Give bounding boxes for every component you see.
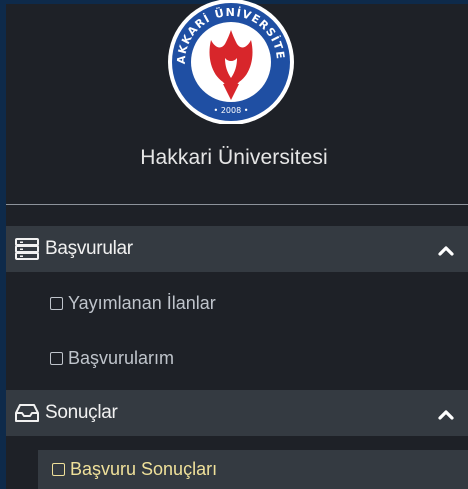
sidebar-item-basvurularim[interactable]: Başvurularım — [50, 343, 174, 373]
university-name: Hakkari Üniversitesi — [140, 146, 328, 169]
square-icon — [50, 297, 63, 310]
square-icon — [50, 352, 63, 365]
section-label: Sonuçlar — [45, 402, 118, 423]
divider — [6, 204, 468, 205]
sidebar-item-yayimlanan-ilanlar[interactable]: Yayımlanan İlanlar — [50, 288, 216, 318]
inbox-tray-icon — [12, 398, 42, 428]
university-logo[interactable]: HAKKARİ ÜNİVERSİTESİ • 2008 • — [163, 0, 299, 124]
sidebar-item-label: Başvuru Sonuçları — [70, 458, 218, 479]
sidebar-item-row: Başvuru Sonuçları — [52, 454, 217, 484]
sidebar: HAKKARİ ÜNİVERSİTESİ • 2008 • Hakkari Ün… — [0, 0, 468, 489]
sidebar-item-basvuru-sonuclari[interactable]: Başvuru Sonuçları — [38, 450, 468, 489]
chevron-up-icon[interactable] — [434, 238, 458, 262]
sidebar-item-label: Başvurularım — [68, 347, 175, 368]
sidebar-item-label: Yayımlanan İlanlar — [68, 292, 216, 313]
section-sonuclar[interactable]: Sonuçlar — [6, 390, 468, 436]
chevron-up-icon[interactable] — [434, 402, 458, 426]
logo-year: • 2008 • — [214, 106, 249, 115]
section-basvurular[interactable]: Başvurular — [6, 226, 468, 272]
section-label: Başvurular — [45, 238, 133, 259]
server-stack-icon — [12, 234, 42, 264]
square-icon — [52, 463, 65, 476]
